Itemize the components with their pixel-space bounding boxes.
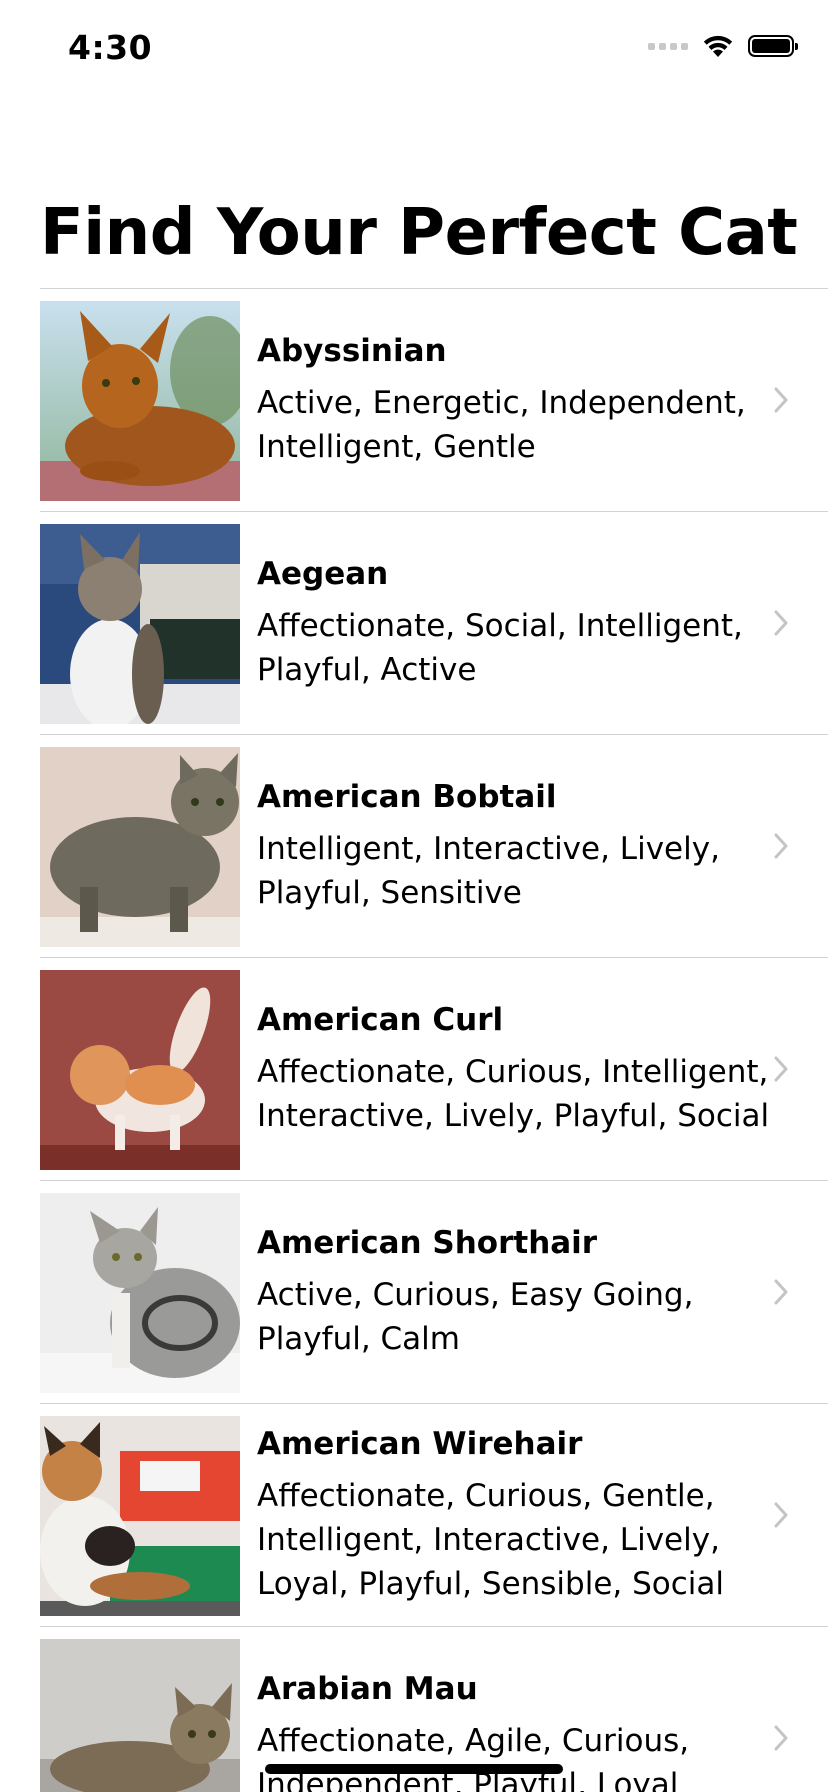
page-title: Find Your Perfect Cat [40,196,798,270]
cat-photo-american-bobtail [40,747,240,947]
status-icons [648,34,798,58]
breed-name: Aegean [257,556,389,592]
breed-name: American Shorthair [257,1225,598,1261]
battery-icon [748,35,798,57]
chevron-right-icon [774,1725,788,1751]
chevron-right-icon [774,1056,788,1082]
cat-photo-arabian-mau [40,1639,240,1792]
breed-name: Abyssinian [257,333,447,369]
breed-traits: Active, Curious, Easy Going, Playful, Ca… [257,1277,694,1357]
cat-photo-american-wirehair [40,1416,240,1616]
breed-name: American Wirehair [257,1426,583,1462]
breed-row-aegean[interactable]: Aegean Affectionate, Social, Intelligent… [40,511,828,734]
breed-row-american-wirehair[interactable]: American Wirehair Affectionate, Curious,… [40,1403,828,1626]
chevron-right-icon [774,833,788,859]
breed-row-american-bobtail[interactable]: American Bobtail Intelligent, Interactiv… [40,734,828,957]
breed-traits: Affectionate, Social, Intelligent, Playf… [257,608,743,688]
screen: 4:30 Find Your Perfect Cat Abyssinian Ac… [0,0,828,1792]
breed-traits: Intelligent, Interactive, Lively, Playfu… [257,831,720,911]
chevron-right-icon [774,1502,788,1528]
cat-photo-american-curl [40,970,240,1170]
chevron-right-icon [774,1279,788,1305]
home-indicator[interactable] [265,1764,563,1774]
breed-traits: Affectionate, Curious, Gentle, Intellige… [257,1478,725,1602]
cat-photo-american-shorthair [40,1193,240,1393]
cat-photo-aegean [40,524,240,724]
status-time: 4:30 [68,28,153,67]
cellular-signal-icon [648,42,688,50]
breed-traits: Active, Energetic, Independent, Intellig… [257,385,746,465]
breed-traits: Affectionate, Curious, Intelligent, Inte… [257,1054,770,1134]
breed-name: Arabian Mau [257,1671,478,1707]
breed-row-american-shorthair[interactable]: American Shorthair Active, Curious, Easy… [40,1180,828,1403]
chevron-right-icon [774,387,788,413]
wifi-icon [702,34,734,58]
breed-name: American Bobtail [257,779,557,815]
breed-row-american-curl[interactable]: American Curl Affectionate, Curious, Int… [40,957,828,1180]
chevron-right-icon [774,610,788,636]
breed-traits: Affectionate, Agile, Curious, Independen… [257,1723,690,1792]
breed-list[interactable]: Abyssinian Active, Energetic, Independen… [40,288,828,1792]
breed-row-abyssinian[interactable]: Abyssinian Active, Energetic, Independen… [40,288,828,511]
status-bar: 4:30 [0,0,828,96]
breed-name: American Curl [257,1002,504,1038]
cat-photo-abyssinian [40,301,240,501]
